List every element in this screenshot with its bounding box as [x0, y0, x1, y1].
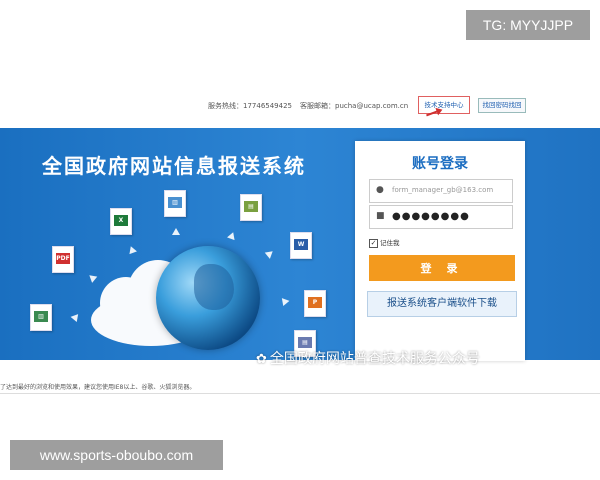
watermark-bottom: www.sports-oboubo.com: [10, 440, 223, 470]
arrow-up-icon: [264, 248, 276, 259]
wechat-account-label: ✿ 全国政府网站普查技术服务公众号: [256, 348, 480, 368]
tech-support-button[interactable]: 技术支持中心: [418, 96, 470, 114]
word-file-icon: W: [290, 232, 312, 259]
footer-divider: [0, 393, 600, 394]
banner-title: 全国政府网站信息报送系统: [42, 154, 306, 178]
document-file-icon: ▤: [240, 194, 262, 221]
checkbox-icon[interactable]: ✓: [369, 238, 378, 248]
ppt-file-icon: P: [304, 290, 326, 317]
arrow-up-icon: [127, 244, 137, 255]
password-field: ■: [369, 205, 513, 229]
login-button[interactable]: 登 录: [369, 255, 515, 281]
service-email: 客服邮箱：pucha@ucap.com.cn: [300, 102, 409, 110]
wechat-icon: ✿: [256, 352, 267, 367]
password-input[interactable]: [392, 208, 507, 224]
chart-file-icon: ▥: [164, 190, 186, 217]
arrow-up-icon: [281, 296, 291, 307]
arrow-up-icon: [227, 230, 237, 241]
wechat-text: 全国政府网站普查技术服务公众号: [269, 351, 480, 367]
user-icon: ●: [376, 185, 384, 195]
browser-note: 了达到最好的浏览和使用效果，建议您使用IE8以上、谷歌、火狐浏览器。: [0, 384, 196, 391]
login-panel: 账号登录 ● ■ ✓记住我 登 录 报送系统客户端软件下载: [355, 141, 525, 361]
find-password-button[interactable]: 找回密码找回: [478, 98, 526, 113]
top-info-bar: 服务热线：17746549425 客服邮箱：pucha@ucap.com.cn …: [0, 96, 600, 116]
globe-icon: [156, 246, 260, 350]
excel-file-icon: X: [110, 208, 132, 235]
username-input[interactable]: [392, 182, 507, 198]
watermark-top: TG: MYYJJPP: [466, 10, 590, 40]
remember-label: 记住我: [380, 239, 400, 247]
arrow-up-icon: [69, 312, 79, 323]
username-field: ●: [369, 179, 513, 203]
chart-file-icon-2: ▥: [30, 304, 52, 331]
remember-me[interactable]: ✓ 记住我: [369, 237, 400, 248]
login-title: 账号登录: [412, 156, 468, 172]
arrow-up-icon: [172, 228, 180, 235]
client-download-button[interactable]: 报送系统客户端软件下载: [367, 291, 517, 317]
service-hotline: 服务热线：17746549425: [208, 102, 292, 110]
lock-icon: ■: [376, 211, 385, 221]
pdf-file-icon: PDF: [52, 246, 74, 273]
